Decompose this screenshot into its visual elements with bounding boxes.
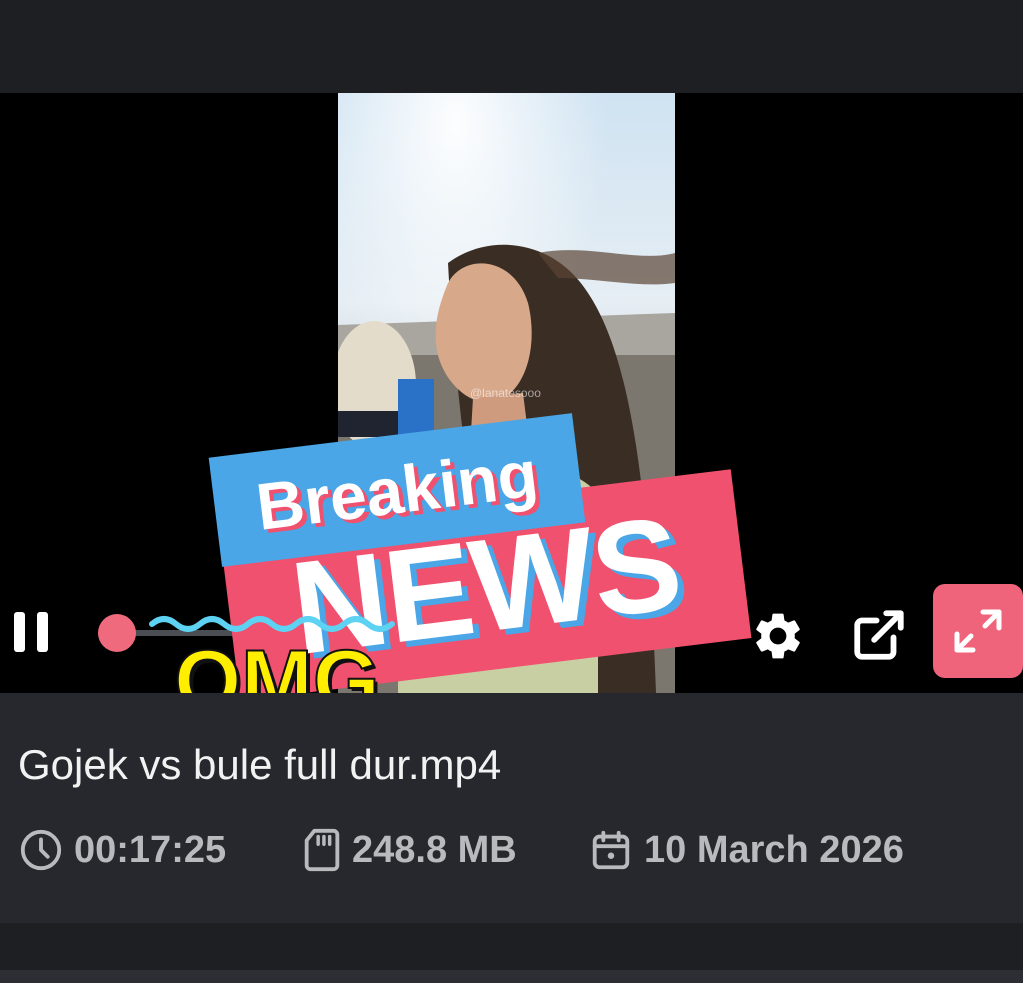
duration-text: 00:17:25 (74, 828, 227, 871)
video-viewer: @lanatesooo NEWS Breaking OMG Gojek vs b… (0, 0, 1023, 983)
file-title: Gojek vs bule full dur.mp4 (18, 741, 502, 788)
settings-button[interactable] (750, 608, 806, 664)
calendar-icon (592, 830, 630, 870)
video-watermark: @lanatesooo (470, 386, 541, 400)
bottom-strip (0, 923, 1023, 970)
fullscreen-button[interactable] (933, 584, 1023, 678)
external-link-icon (854, 610, 904, 660)
duration-meta: 00:17:25 (18, 828, 226, 872)
sd-card-icon (304, 828, 340, 872)
size-meta: 248.8 MB (302, 828, 517, 872)
progress-thumb[interactable] (98, 614, 136, 652)
date-text: 10 March 2026 (644, 828, 904, 871)
file-info-panel: Gojek vs bule full dur.mp4 00:17:25 248.… (0, 693, 1023, 923)
date-meta: 10 March 2026 (588, 828, 904, 872)
gear-icon (756, 613, 800, 659)
size-text: 248.8 MB (352, 828, 517, 871)
expand-icon (954, 609, 1002, 653)
pause-button[interactable] (10, 610, 56, 656)
popout-button[interactable] (850, 606, 908, 664)
bottom-divider (0, 970, 1023, 983)
pause-icon (14, 612, 48, 652)
top-bar (0, 0, 1023, 93)
clock-icon (20, 829, 62, 871)
